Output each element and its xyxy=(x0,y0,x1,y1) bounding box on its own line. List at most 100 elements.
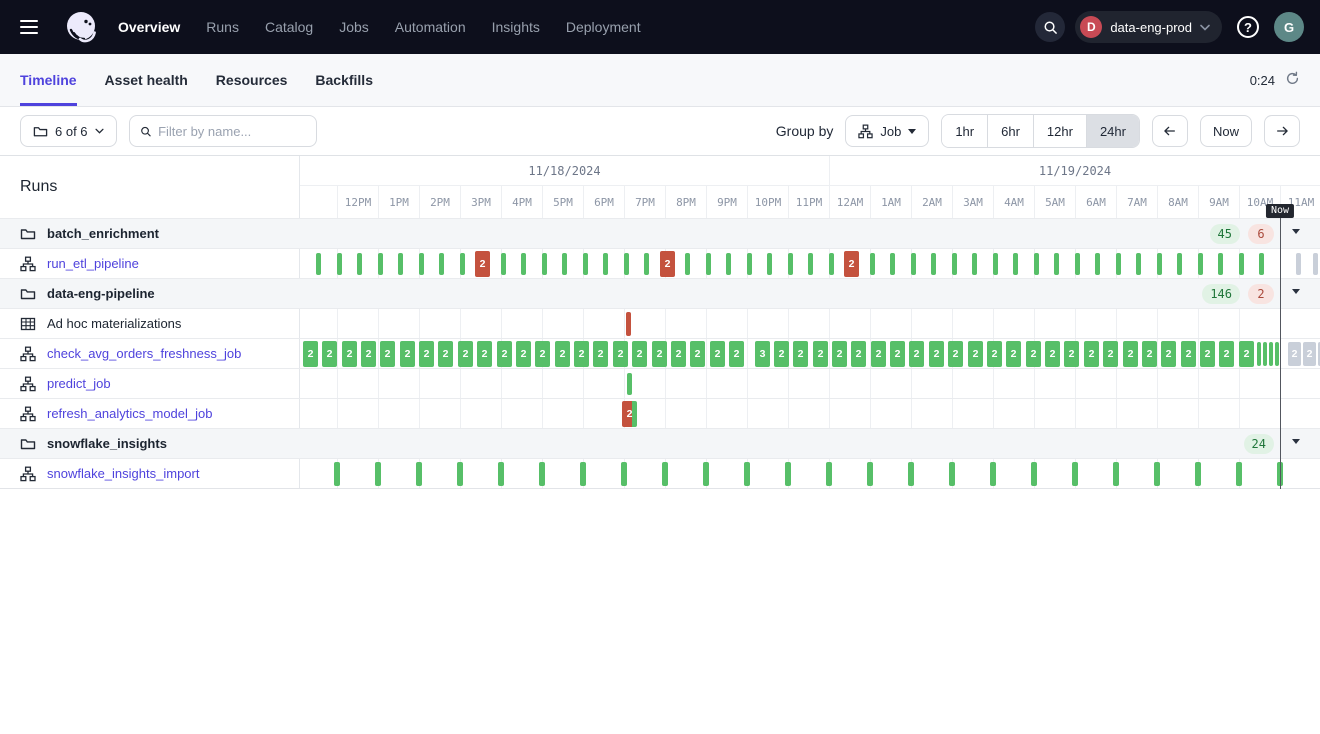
run-bar[interactable] xyxy=(316,253,321,275)
run-bar[interactable]: 2 xyxy=(380,341,395,367)
run-bar[interactable] xyxy=(1095,253,1100,275)
run-bar[interactable] xyxy=(726,253,731,275)
run-bar[interactable] xyxy=(972,253,977,275)
dagster-logo-icon[interactable] xyxy=(62,8,100,46)
run-bar[interactable] xyxy=(626,312,631,336)
run-bar[interactable] xyxy=(1034,253,1039,275)
run-bar[interactable] xyxy=(870,253,875,275)
range-12hr[interactable]: 12hr xyxy=(1033,115,1086,147)
run-bar[interactable] xyxy=(785,462,791,486)
run-bar[interactable]: 2 xyxy=(844,251,859,277)
run-bar[interactable]: 2 xyxy=(458,341,473,367)
run-bar[interactable] xyxy=(357,253,362,275)
run-bar[interactable]: 2 xyxy=(690,341,705,367)
run-bar[interactable] xyxy=(706,253,711,275)
run-bar[interactable]: 2 xyxy=(793,341,808,367)
run-bar[interactable]: 2 xyxy=(622,401,637,427)
run-bar[interactable] xyxy=(1013,253,1018,275)
nav-item-insights[interactable]: Insights xyxy=(492,19,540,35)
run-bar[interactable] xyxy=(627,373,632,395)
run-bar[interactable] xyxy=(703,462,709,486)
run-bar[interactable] xyxy=(662,462,668,486)
run-bar[interactable]: 2 xyxy=(555,341,570,367)
deployment-switcher[interactable]: D data-eng-prod xyxy=(1075,11,1222,43)
run-bar[interactable] xyxy=(1154,462,1160,486)
run-bar[interactable]: 2 xyxy=(652,341,667,367)
run-bar[interactable]: 2 xyxy=(1084,341,1099,367)
tab-asset-health[interactable]: Asset health xyxy=(105,54,188,106)
timeline-row-batch-enrichment[interactable]: batch_enrichment456 xyxy=(0,218,1320,248)
run-bar[interactable] xyxy=(1116,253,1121,275)
run-bar[interactable]: 2 xyxy=(477,341,492,367)
run-bar[interactable] xyxy=(990,462,996,486)
run-bar[interactable]: 2 xyxy=(1123,341,1138,367)
range-24hr[interactable]: 24hr xyxy=(1086,115,1139,147)
run-bar[interactable] xyxy=(583,253,588,275)
run-bar[interactable] xyxy=(562,253,567,275)
run-bar[interactable] xyxy=(539,462,545,486)
run-bar[interactable] xyxy=(949,462,955,486)
run-bar[interactable] xyxy=(911,253,916,275)
row-label[interactable]: run_etl_pipeline xyxy=(47,256,139,271)
run-bar[interactable] xyxy=(375,462,381,486)
run-bar[interactable]: 2 xyxy=(948,341,963,367)
run-bar[interactable] xyxy=(1218,253,1223,275)
run-bar[interactable] xyxy=(788,253,793,275)
range-6hr[interactable]: 6hr xyxy=(987,115,1033,147)
expand-caret-icon[interactable] xyxy=(1290,439,1302,449)
tab-resources[interactable]: Resources xyxy=(216,54,288,106)
run-bar[interactable]: 2 xyxy=(987,341,1002,367)
run-bar[interactable]: 2 xyxy=(303,341,318,367)
run-bar[interactable] xyxy=(1198,253,1203,275)
run-bar[interactable]: 2 xyxy=(890,341,905,367)
group-by-selector[interactable]: Job xyxy=(845,115,929,147)
run-bar[interactable] xyxy=(521,253,526,275)
run-bar[interactable]: 2 xyxy=(1006,341,1021,367)
run-bar[interactable]: 2 xyxy=(929,341,944,367)
run-bar[interactable] xyxy=(908,462,914,486)
run-bar[interactable]: 3 xyxy=(755,341,770,367)
run-bar[interactable]: 2 xyxy=(1142,341,1157,367)
menu-icon[interactable] xyxy=(20,14,46,40)
timeline-row-data-eng-pipeline[interactable]: data-eng-pipeline1462 xyxy=(0,278,1320,308)
run-bar[interactable]: 2 xyxy=(774,341,789,367)
row-label[interactable]: refresh_analytics_model_job xyxy=(47,406,212,421)
avatar[interactable]: G xyxy=(1274,12,1304,42)
run-bar[interactable] xyxy=(542,253,547,275)
run-bar[interactable] xyxy=(624,253,629,275)
run-bar[interactable] xyxy=(867,462,873,486)
run-bar[interactable]: 2 xyxy=(871,341,886,367)
run-bar[interactable] xyxy=(1072,462,1078,486)
run-bar[interactable]: 2 xyxy=(419,341,434,367)
help-icon[interactable]: ? xyxy=(1232,11,1264,43)
run-bar[interactable] xyxy=(826,462,832,486)
run-bar[interactable] xyxy=(1113,462,1119,486)
run-bar[interactable]: 2 xyxy=(342,341,357,367)
run-bar[interactable]: 2 xyxy=(613,341,628,367)
run-bar[interactable]: 2 xyxy=(1181,341,1196,367)
run-bar[interactable] xyxy=(1136,253,1141,275)
run-bar[interactable]: 2 xyxy=(660,251,675,277)
run-bar[interactable]: 2 xyxy=(1064,341,1079,367)
run-bar[interactable]: 2 xyxy=(1200,341,1215,367)
run-bar[interactable] xyxy=(952,253,957,275)
run-bar[interactable] xyxy=(931,253,936,275)
run-bar[interactable]: 2 xyxy=(632,341,647,367)
run-bar[interactable]: 2 xyxy=(516,341,531,367)
row-label[interactable]: check_avg_orders_freshness_job xyxy=(47,346,241,361)
run-bar[interactable]: 2 xyxy=(535,341,550,367)
code-location-selector[interactable]: 6 of 6 xyxy=(20,115,117,147)
run-bar[interactable]: 2 xyxy=(475,251,490,277)
tab-timeline[interactable]: Timeline xyxy=(20,54,77,106)
run-bar[interactable] xyxy=(685,253,690,275)
run-bar[interactable]: 2 xyxy=(574,341,589,367)
run-bar[interactable] xyxy=(890,253,895,275)
row-label[interactable]: predict_job xyxy=(47,376,111,391)
run-bar[interactable] xyxy=(439,253,444,275)
run-bar[interactable] xyxy=(829,253,834,275)
run-bar[interactable]: 2 xyxy=(1288,342,1301,366)
run-bar[interactable]: 2 xyxy=(1303,342,1316,366)
run-bar[interactable] xyxy=(1054,253,1059,275)
expand-caret-icon[interactable] xyxy=(1290,229,1302,239)
run-bar[interactable] xyxy=(416,462,422,486)
